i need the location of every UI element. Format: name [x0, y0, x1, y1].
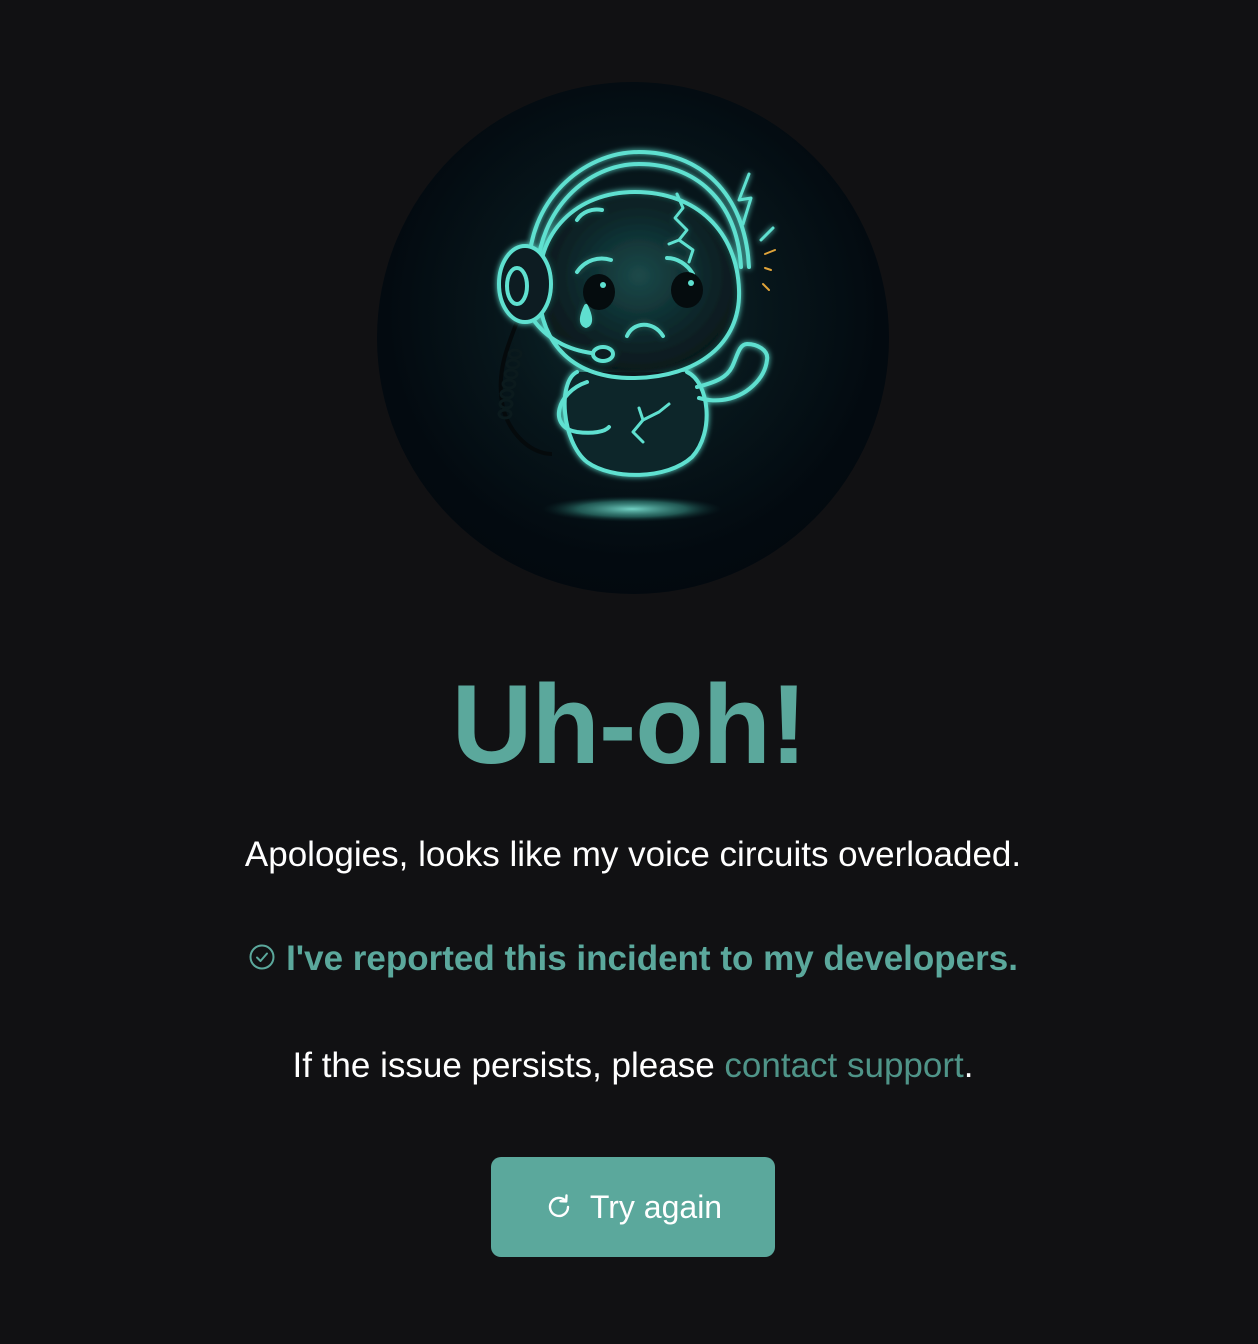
error-title: Uh-oh! — [451, 662, 808, 787]
check-circle-icon — [249, 944, 275, 970]
incident-reported-notice: I've reported this incident to my develo… — [0, 936, 1258, 982]
support-prompt-suffix: . — [963, 1046, 974, 1085]
incident-reported-text: I've reported this incident to my develo… — [286, 939, 1018, 978]
try-again-label: Try again — [589, 1188, 723, 1225]
sad-robot-icon — [497, 150, 776, 522]
support-prompt: If the issue persists, please contact su… — [0, 1043, 1258, 1089]
error-message: Apologies, looks like my voice circuits … — [244, 835, 1022, 874]
contact-support-link[interactable]: contact support — [724, 1046, 963, 1085]
try-again-button[interactable]: Try again — [491, 1157, 775, 1257]
support-prompt-prefix: If the issue persists, please — [292, 1046, 725, 1085]
refresh-icon — [548, 1194, 570, 1218]
error-page: Uh-oh! Apologies, looks like my voice ci… — [0, 0, 1258, 1344]
sad-robot-illustration — [377, 82, 889, 594]
